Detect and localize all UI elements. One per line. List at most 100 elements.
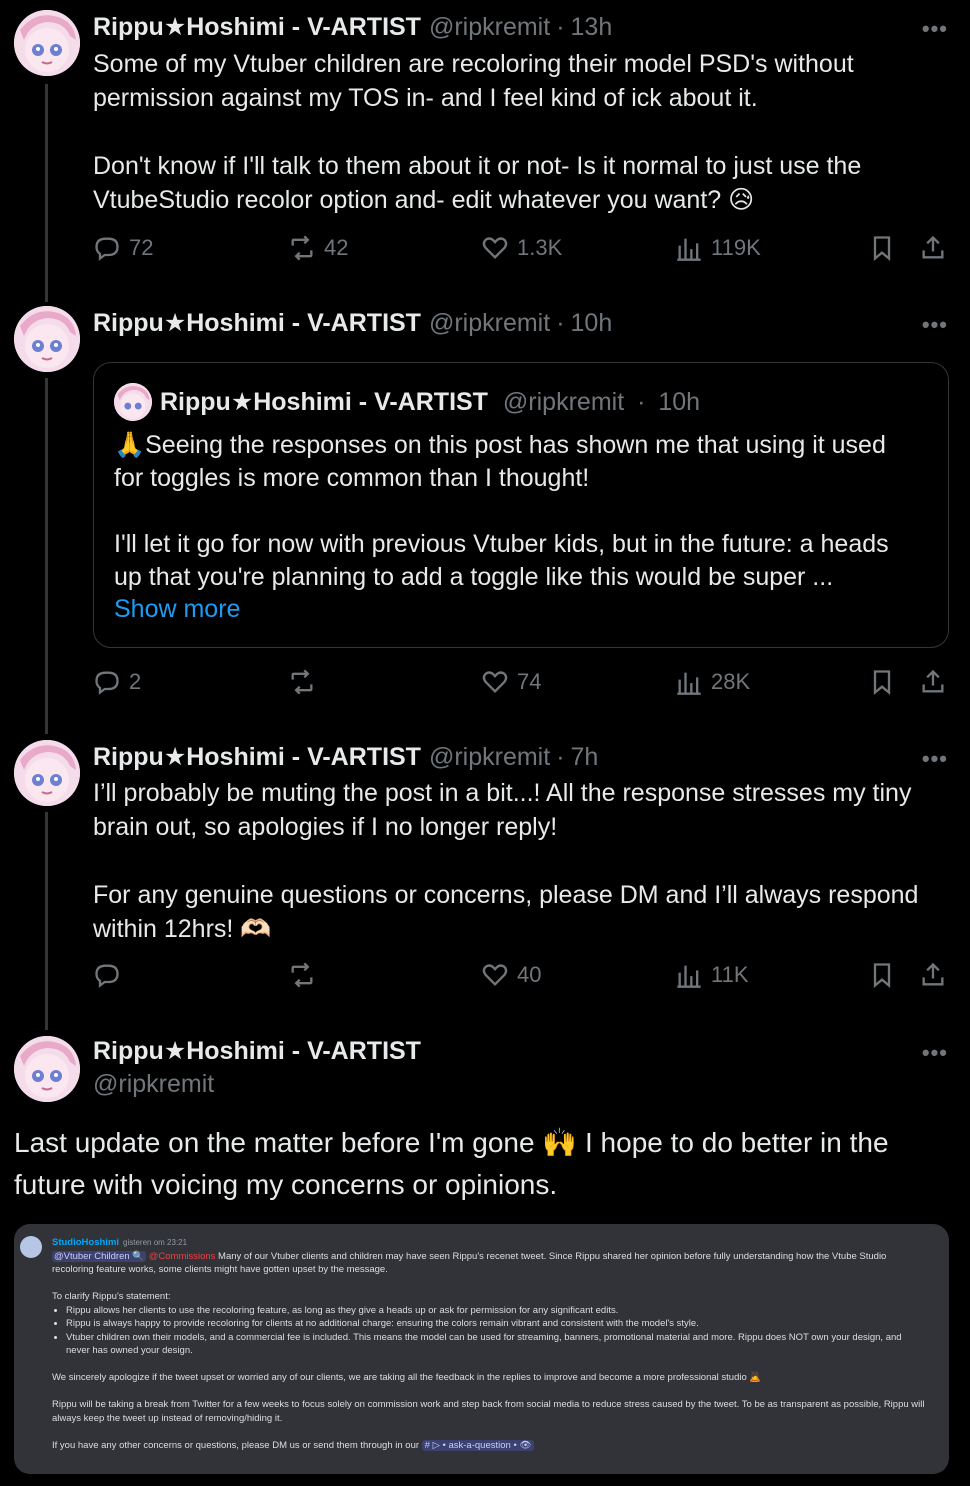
thread-post[interactable]: Rippu★Hoshimi - V-ARTIST @ripkremit · 7h… — [0, 730, 970, 1030]
more-options-icon[interactable]: ••• — [922, 312, 948, 338]
quote-avatar — [114, 383, 152, 421]
author-name[interactable]: Rippu★Hoshimi - V-ARTIST — [93, 12, 421, 42]
post-time[interactable]: 10h — [571, 309, 613, 338]
thread-post[interactable]: Rippu★Hoshimi - V-ARTIST @ripkremit · 13… — [0, 0, 970, 300]
reply-icon — [95, 671, 119, 695]
quote-header: Rippu★Hoshimi - V-ARTIST @ripkremit · 10… — [160, 387, 700, 417]
discord-clarify: To clarify Rippu's statement: — [52, 1291, 171, 1302]
more-options-icon[interactable]: ••• — [922, 16, 948, 42]
action-bar: 72 42 1.3K 119K — [93, 234, 953, 268]
view-count: 28K — [711, 669, 751, 694]
repost-icon — [291, 669, 313, 695]
heart-icon — [482, 964, 508, 986]
post-header: Rippu★Hoshimi - V-ARTIST @ripkremit · 7h — [93, 742, 598, 772]
avatar[interactable] — [14, 740, 80, 806]
repost-button[interactable] — [288, 961, 324, 989]
post-text: Last update on the matter before I'm gon… — [14, 1127, 897, 1200]
reply-button[interactable] — [93, 961, 129, 989]
repost-count: 42 — [324, 235, 349, 260]
author-name[interactable]: Rippu★Hoshimi - V-ARTIST — [93, 308, 421, 338]
show-more-link[interactable]: Show more — [114, 595, 240, 624]
discord-message: StudioHoshimi gisteren om 23:21 @Vtuber C… — [52, 1236, 927, 1452]
discord-avatar — [20, 1236, 42, 1258]
quote-author-handle: @ripkremit — [502, 388, 625, 416]
post-text: I’ll probably be muting the post in a bi… — [93, 779, 919, 943]
like-count: 74 — [517, 669, 542, 694]
reply-button[interactable]: 72 — [93, 234, 153, 262]
post-header: Rippu★Hoshimi - V-ARTIST @ripkremit · 13… — [93, 12, 612, 42]
repost-icon — [291, 962, 313, 988]
view-count: 119K — [711, 235, 761, 260]
author-handle[interactable]: @ripkremit — [429, 309, 550, 338]
action-bar: 40 11K — [93, 961, 953, 995]
repost-button[interactable]: 42 — [288, 234, 348, 262]
avatar[interactable] — [14, 1036, 80, 1102]
like-button[interactable]: 40 — [481, 961, 541, 989]
quote-author-name: Rippu★Hoshimi - V-ARTIST — [160, 388, 488, 416]
separator-dot: · — [556, 13, 565, 41]
role-mention: @Commissions — [148, 1250, 216, 1262]
views-button[interactable]: 119K — [675, 234, 761, 262]
share-button[interactable] — [919, 234, 947, 262]
repost-icon — [291, 235, 313, 261]
reply-count: 2 — [129, 669, 142, 694]
share-icon — [922, 235, 944, 259]
bookmark-icon — [873, 670, 891, 695]
separator-dot: · — [556, 743, 565, 771]
discord-bullet: Rippu allows her clients to use the reco… — [66, 1304, 927, 1318]
reply-icon — [95, 237, 119, 261]
author-name[interactable]: Rippu★Hoshimi - V-ARTIST — [93, 742, 421, 772]
post-time[interactable]: 13h — [571, 13, 613, 42]
views-button[interactable]: 28K — [675, 668, 750, 696]
thread-post[interactable]: Rippu★Hoshimi - V-ARTIST @ripkremit · 10… — [0, 296, 970, 730]
author-handle[interactable]: @ripkremit — [93, 1070, 421, 1099]
repost-button[interactable] — [288, 668, 324, 696]
like-button[interactable]: 74 — [481, 668, 541, 696]
share-button[interactable] — [919, 668, 947, 696]
views-icon — [677, 965, 701, 988]
attached-image[interactable]: StudioHoshimi gisteren om 23:21 @Vtuber C… — [14, 1224, 949, 1474]
quoted-post[interactable]: Rippu★Hoshimi - V-ARTIST @ripkremit · 10… — [93, 362, 949, 648]
separator-dot: · — [637, 388, 646, 416]
discord-contact: If you have any other concerns or questi… — [52, 1439, 422, 1451]
separator-dot: · — [556, 309, 565, 337]
bookmark-button[interactable] — [868, 668, 896, 696]
author-handle[interactable]: @ripkremit — [429, 743, 550, 772]
discord-username: StudioHoshimi — [52, 1237, 120, 1248]
share-button[interactable] — [919, 961, 947, 989]
author-name[interactable]: Rippu★Hoshimi - V-ARTIST — [93, 1036, 421, 1066]
view-count: 11K — [711, 962, 749, 987]
author-handle[interactable]: @ripkremit — [429, 13, 550, 42]
quote-time: 10h — [658, 388, 701, 416]
avatar[interactable] — [14, 306, 80, 372]
channel-mention: # ▷ • ask-a-question • 👁 — [421, 1439, 535, 1451]
discord-break: Rippu will be taking a break from Twitte… — [52, 1399, 928, 1424]
reply-icon — [95, 964, 119, 988]
share-icon — [922, 962, 944, 986]
views-button[interactable]: 11K — [675, 961, 749, 989]
more-options-icon[interactable]: ••• — [922, 1040, 948, 1066]
more-options-icon[interactable]: ••• — [922, 746, 948, 772]
avatar[interactable] — [14, 10, 80, 76]
bookmark-icon — [873, 236, 891, 261]
post-header: Rippu★Hoshimi - V-ARTIST @ripkremit — [93, 1036, 421, 1099]
share-icon — [922, 669, 944, 693]
heart-icon — [482, 237, 508, 259]
discord-bullet: Vtuber children own their models, and a … — [66, 1331, 927, 1358]
bookmark-button[interactable] — [868, 234, 896, 262]
bookmark-button[interactable] — [868, 961, 896, 989]
heart-icon — [482, 671, 508, 693]
post-time[interactable]: 7h — [571, 743, 599, 772]
post-header: Rippu★Hoshimi - V-ARTIST @ripkremit · 10… — [93, 308, 612, 338]
discord-bullet: Rippu is always happy to provide recolor… — [66, 1317, 927, 1331]
reply-count: 72 — [129, 235, 154, 260]
discord-timestamp: gisteren om 23:21 — [123, 1238, 188, 1247]
reply-button[interactable]: 2 — [93, 668, 141, 696]
like-count: 1.3K — [517, 235, 563, 260]
bookmark-icon — [873, 963, 891, 988]
main-post: Rippu★Hoshimi - V-ARTIST @ripkremit ••• … — [0, 1026, 970, 1486]
role-mention: @Vtuber Children 🔍 — [52, 1250, 147, 1262]
like-button[interactable]: 1.3K — [481, 234, 562, 262]
views-icon — [677, 672, 701, 695]
quote-text: 🙏Seeing the responses on this post has s… — [114, 431, 889, 591]
